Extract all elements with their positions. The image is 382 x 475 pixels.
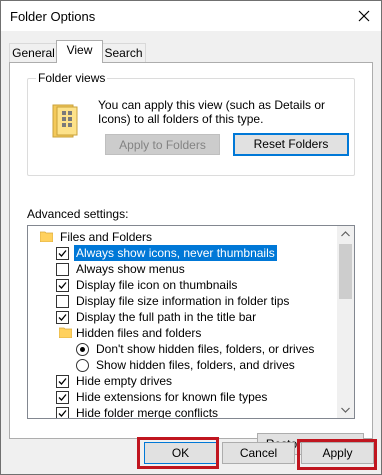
option-label: Always show icons, never thumbnails bbox=[74, 245, 277, 261]
list-item[interactable]: Hide folder merge conflicts bbox=[28, 405, 338, 419]
radio-button[interactable] bbox=[76, 343, 89, 356]
tab-view[interactable]: View bbox=[56, 40, 103, 63]
radio-button[interactable] bbox=[76, 359, 89, 372]
scroll-down-icon[interactable] bbox=[337, 401, 354, 418]
scrollbar-thumb[interactable] bbox=[339, 244, 352, 299]
apply-to-folders-button[interactable]: Apply to Folders bbox=[105, 134, 220, 155]
title-bar: Folder Options bbox=[1, 1, 381, 31]
checkbox[interactable] bbox=[56, 311, 69, 324]
list-item[interactable]: Always show icons, never thumbnails bbox=[28, 245, 338, 261]
list-item[interactable]: Don't show hidden files, folders, or dri… bbox=[28, 341, 338, 357]
folder-icon bbox=[40, 231, 53, 242]
option-label: Display file icon on thumbnails bbox=[76, 278, 238, 292]
list-item[interactable]: Always show menus bbox=[28, 261, 338, 277]
list-item: Hidden files and folders bbox=[28, 325, 338, 341]
reset-folders-button[interactable]: Reset Folders bbox=[233, 133, 349, 156]
window-title: Folder Options bbox=[10, 9, 96, 24]
advanced-settings-list[interactable]: Files and Folders Always show icons, nev… bbox=[27, 225, 355, 419]
checkbox[interactable] bbox=[56, 295, 69, 308]
list-item[interactable]: Hide extensions for known file types bbox=[28, 389, 338, 405]
option-label: Always show menus bbox=[76, 262, 185, 276]
files-and-folders-label: Files and Folders bbox=[60, 230, 153, 244]
list-item: Files and Folders bbox=[28, 229, 338, 245]
list-item[interactable]: Show hidden files, folders, and drives bbox=[28, 357, 338, 373]
checkbox[interactable] bbox=[56, 247, 69, 260]
option-label: Show hidden files, folders, and drives bbox=[96, 358, 295, 372]
dialog-body: General View Search Folder views You can… bbox=[1, 31, 381, 474]
cancel-button[interactable]: Cancel bbox=[222, 442, 295, 464]
tab-search[interactable]: Search bbox=[101, 43, 146, 62]
folder-views-icon bbox=[51, 103, 79, 139]
option-label: Display the full path in the title bar bbox=[76, 310, 257, 324]
folder-options-dialog: Folder Options General View Search Folde… bbox=[0, 0, 382, 475]
option-label: Display file size information in folder … bbox=[76, 294, 290, 308]
list-item[interactable]: Hide empty drives bbox=[28, 373, 338, 389]
ok-highlight-box bbox=[137, 437, 219, 469]
checkbox[interactable] bbox=[56, 375, 69, 388]
list-item[interactable]: Display file icon on thumbnails bbox=[28, 277, 338, 293]
folder-views-group: Folder views You can apply this view (su… bbox=[27, 71, 355, 176]
folder-views-label: Folder views bbox=[36, 71, 108, 85]
vertical-scrollbar[interactable] bbox=[337, 226, 354, 418]
checkbox[interactable] bbox=[56, 279, 69, 292]
option-label: Hide empty drives bbox=[76, 374, 173, 388]
option-label: Hide extensions for known file types bbox=[76, 390, 268, 404]
tab-general[interactable]: General bbox=[9, 43, 58, 62]
close-icon[interactable] bbox=[353, 5, 375, 27]
option-label: Hide folder merge conflicts bbox=[76, 406, 219, 419]
checkbox[interactable] bbox=[56, 407, 69, 418]
folder-views-description: You can apply this view (such as Details… bbox=[98, 98, 326, 126]
view-tab-panel: Folder views You can apply this view (su… bbox=[9, 62, 373, 455]
folder-icon bbox=[59, 327, 72, 338]
list-item[interactable]: Display file size information in folder … bbox=[28, 293, 338, 309]
apply-highlight-box bbox=[297, 439, 377, 470]
option-label: Don't show hidden files, folders, or dri… bbox=[96, 342, 315, 356]
hidden-files-folder-label: Hidden files and folders bbox=[76, 326, 202, 340]
checkbox[interactable] bbox=[56, 391, 69, 404]
checkbox[interactable] bbox=[56, 263, 69, 276]
advanced-settings-label: Advanced settings: bbox=[27, 207, 129, 221]
list-item[interactable]: Display the full path in the title bar bbox=[28, 309, 338, 325]
scroll-up-icon[interactable] bbox=[337, 226, 354, 243]
